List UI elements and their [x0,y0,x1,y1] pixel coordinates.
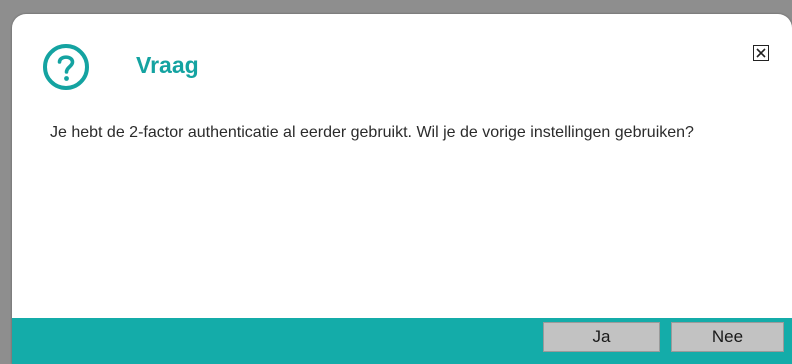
question-circle-icon [42,43,90,91]
close-button[interactable] [753,45,769,61]
yes-button[interactable]: Ja [543,322,660,352]
question-dialog: Vraag Je hebt de 2-factor authenticatie … [12,14,792,364]
close-icon [756,48,766,58]
dialog-title: Vraag [136,52,199,78]
no-button[interactable]: Nee [671,322,784,352]
dialog-message: Je hebt de 2-factor authenticatie al eer… [50,124,694,141]
